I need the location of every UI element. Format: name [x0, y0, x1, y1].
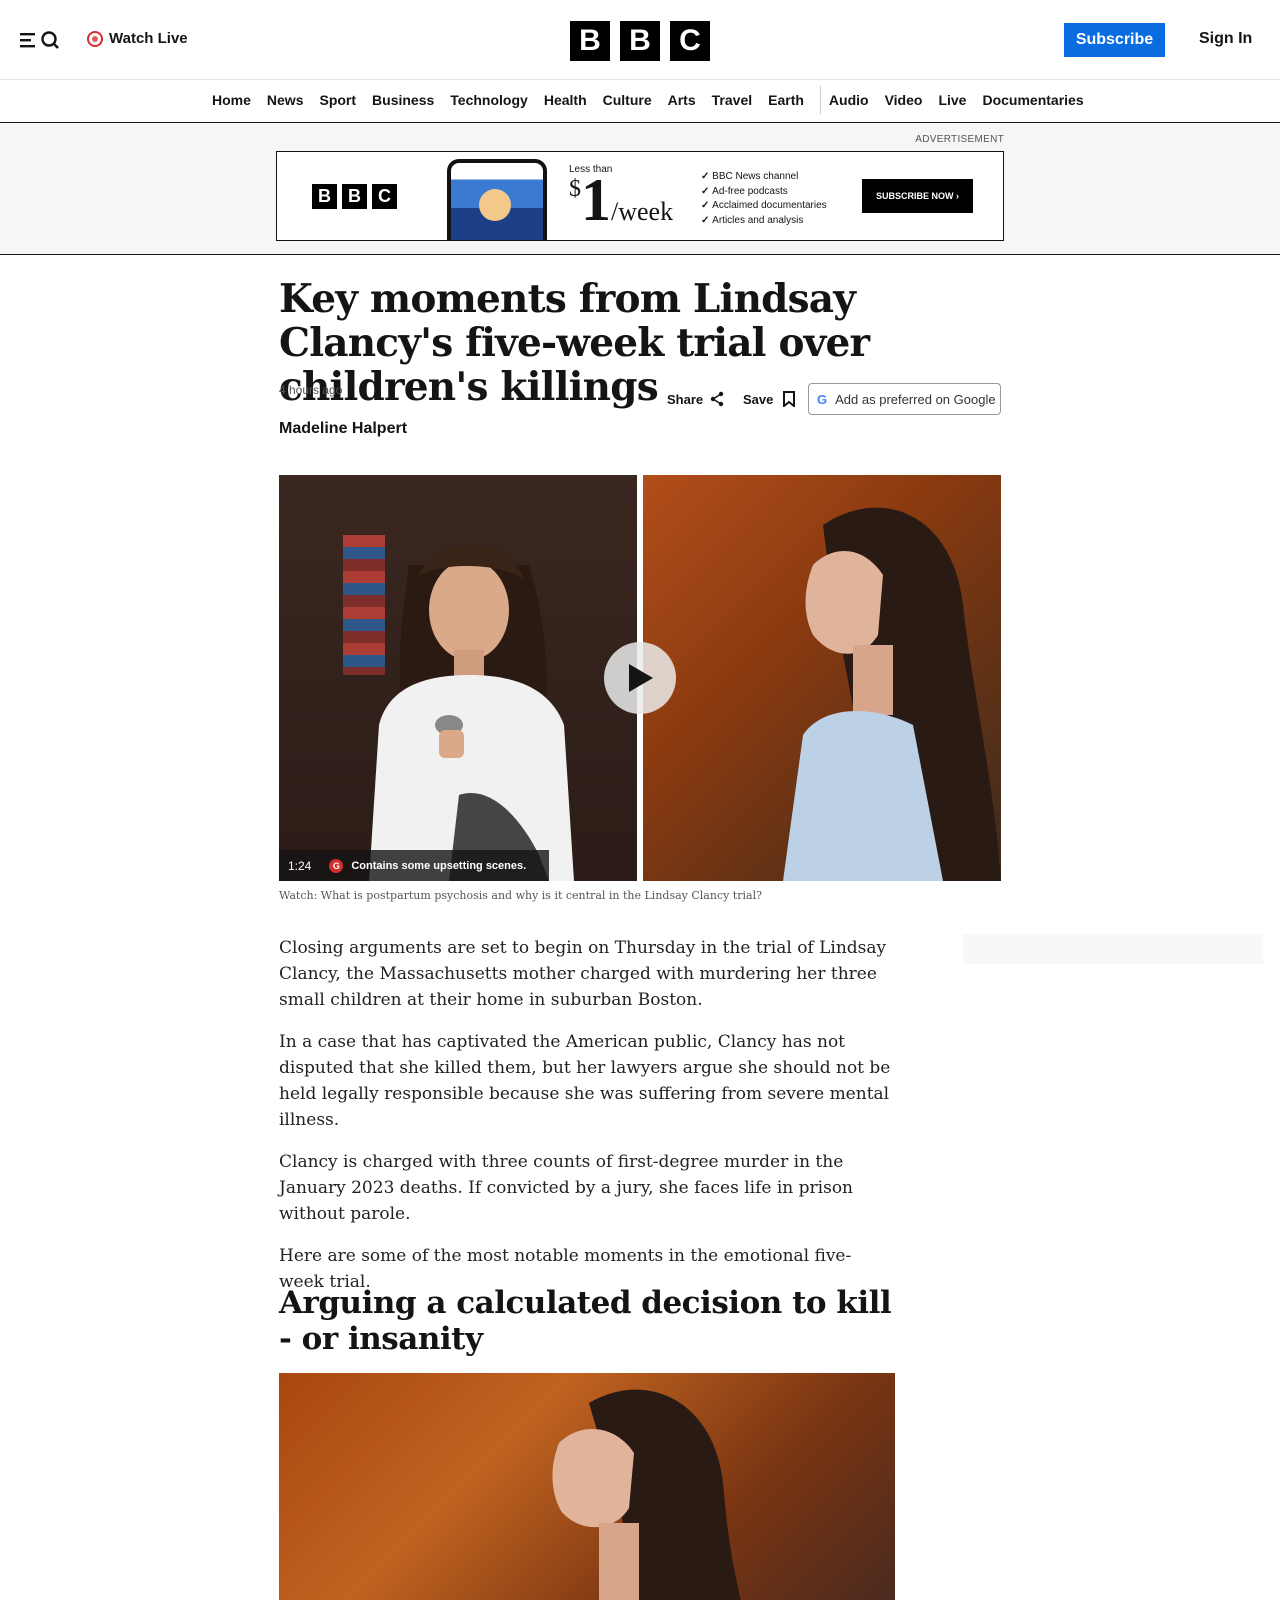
save-button[interactable]: Save — [743, 391, 796, 407]
video-info-bar: 1:24 G Contains some upsetting scenes. — [279, 850, 549, 881]
logo-letter: B — [342, 184, 367, 209]
ad-feature: Articles and analysis — [701, 214, 827, 229]
watch-live-link[interactable]: Watch Live — [87, 30, 188, 47]
nav-item-documentaries[interactable]: Documentaries — [982, 92, 1083, 114]
nav-item-video[interactable]: Video — [885, 92, 923, 114]
ad-feature: Acclaimed documentaries — [701, 199, 827, 214]
video-thumbnail-right — [643, 475, 1001, 881]
ad-per-week: /week — [611, 197, 674, 226]
logo-letter: B — [620, 21, 660, 61]
article-timestamp: 4 hours ago — [279, 383, 343, 397]
article-author: Madeline Halpert — [279, 420, 408, 437]
google-preferred-button[interactable]: G Add as preferred on Google — [808, 383, 1001, 415]
subscribe-button[interactable]: Subscribe — [1064, 23, 1165, 57]
article-body: Closing arguments are set to begin on Th… — [279, 935, 894, 1311]
article-paragraph: In a case that has captivated the Americ… — [279, 1032, 891, 1130]
live-icon — [87, 30, 103, 47]
article-image — [279, 1373, 895, 1600]
video-duration: 1:24 — [288, 858, 312, 873]
share-button[interactable]: Share — [667, 391, 725, 407]
ad-feature: BBC News channel — [701, 170, 827, 185]
share-label: Share — [667, 391, 704, 407]
nav-item-audio[interactable]: Audio — [829, 92, 869, 114]
ad-feature: Ad-free podcasts — [701, 185, 827, 200]
bbc-logo[interactable]: B B C — [570, 21, 710, 61]
ad-currency: $ — [569, 176, 581, 202]
nav-item-sport[interactable]: Sport — [319, 92, 356, 114]
nav-item-arts[interactable]: Arts — [668, 92, 696, 114]
sidebar-placeholder — [963, 934, 1263, 964]
nav-divider — [819, 86, 821, 114]
share-icon — [710, 391, 724, 407]
nav-item-news[interactable]: News — [267, 92, 304, 114]
nav-item-business[interactable]: Business — [372, 92, 434, 114]
save-label: Save — [743, 391, 774, 407]
ad-banner[interactable]: B B C Less than $ 1 /week BBC News chann… — [276, 151, 1004, 241]
video-warning: Contains some upsetting scenes. — [351, 859, 527, 872]
sign-in-link[interactable]: Sign In — [1199, 30, 1252, 48]
video-caption: Watch: What is postpartum psychosis and … — [279, 889, 762, 902]
logo-letter: B — [312, 184, 337, 209]
logo-letter: C — [670, 21, 710, 61]
article-paragraph: Closing arguments are set to begin on Th… — [279, 938, 887, 1010]
nav-item-technology[interactable]: Technology — [450, 92, 528, 114]
ad-feature-list: BBC News channel Ad-free podcasts Acclai… — [701, 170, 827, 228]
watch-live-label: Watch Live — [109, 30, 188, 47]
article-paragraph: Clancy is charged with three counts of f… — [279, 1152, 854, 1224]
logo-letter: C — [372, 184, 397, 209]
ad-phone-image — [447, 159, 547, 240]
article-subheading: Arguing a calculated decision to kill - … — [279, 1285, 892, 1357]
menu-icon — [20, 31, 59, 49]
main-navigation: Home News Sport Business Technology Heal… — [0, 80, 1280, 123]
logo-letter: B — [570, 21, 610, 61]
nav-item-home[interactable]: Home — [212, 92, 251, 114]
nav-item-culture[interactable]: Culture — [603, 92, 652, 114]
nav-item-travel[interactable]: Travel — [712, 92, 752, 114]
guidance-rating-icon: G — [329, 858, 344, 873]
bookmark-icon — [783, 391, 796, 407]
ad-price: $ 1 /week — [569, 170, 673, 230]
play-button[interactable] — [604, 642, 676, 714]
google-pref-label: Add as preferred on Google — [835, 391, 996, 407]
menu-search-button[interactable] — [20, 27, 62, 53]
video-player[interactable]: 1:24 G Contains some upsetting scenes. — [279, 475, 1001, 881]
advertisement-area: ADVERTISEMENT B B C Less than $ 1 /week … — [0, 124, 1280, 255]
ad-label: ADVERTISEMENT — [915, 134, 1004, 145]
nav-item-live[interactable]: Live — [938, 92, 966, 114]
ad-bbc-logo: B B C — [312, 184, 397, 209]
top-header: Watch Live B B C Subscribe Sign In — [0, 0, 1280, 80]
video-thumbnail-left — [279, 475, 637, 881]
google-icon: G — [817, 391, 828, 407]
play-icon — [629, 664, 653, 692]
ad-subscribe-now-button[interactable]: SUBSCRIBE NOW › — [862, 179, 973, 213]
ad-amount: 1 — [581, 167, 611, 233]
nav-item-earth[interactable]: Earth — [768, 92, 804, 114]
nav-item-health[interactable]: Health — [544, 92, 587, 114]
